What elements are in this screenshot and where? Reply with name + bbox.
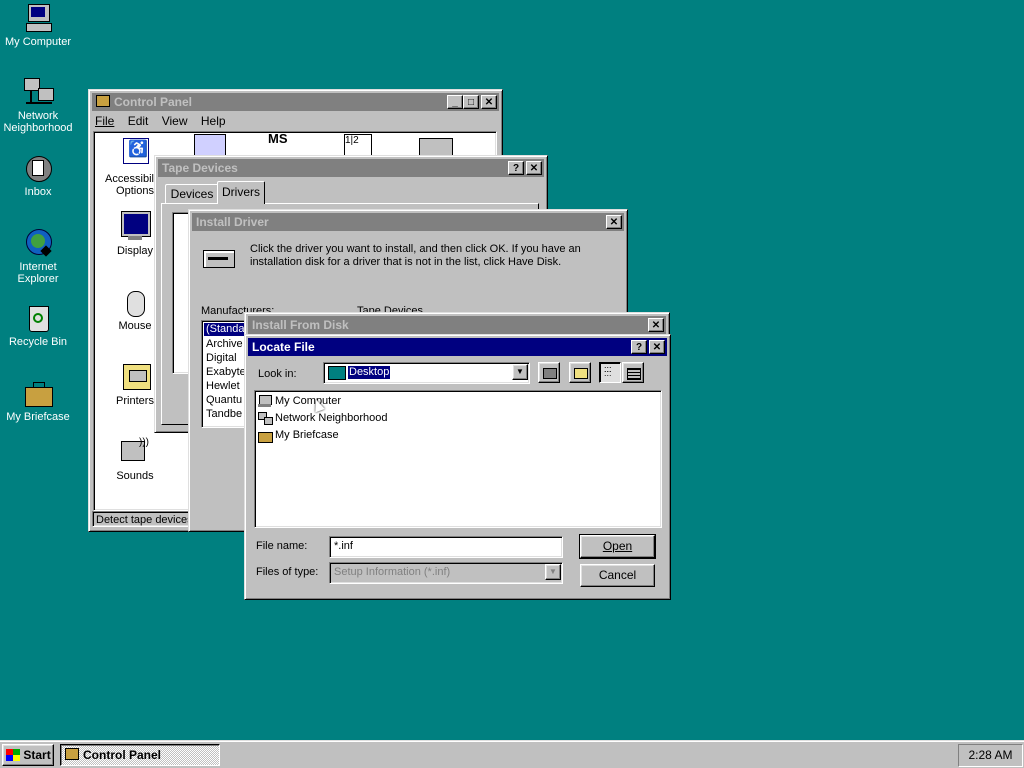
desktop-icon-label: Inbox [24,186,52,198]
cp-item-sounds[interactable]: ))) Sounds [100,435,170,482]
look-in-label: Look in: [258,368,297,380]
menu-view[interactable]: View [162,114,188,128]
close-button[interactable]: ✕ [606,215,622,229]
look-in-dropdown[interactable]: Desktop ▼ [323,362,530,384]
desktop-icon-label: Internet Explorer [17,261,59,285]
cp-item-label: Sounds [116,470,154,482]
inbox-icon [22,152,54,184]
desktop-icon-my-computer[interactable]: My Computer [0,2,76,48]
files-of-type-dropdown[interactable]: Setup Information (*.inf) ▼ [329,562,563,584]
list-item[interactable]: Exabyte [206,366,246,378]
menu-help[interactable]: Help [201,114,226,128]
maximize-button[interactable]: □ [463,95,479,109]
window-title: Install Driver [196,215,269,229]
tape-devices-titlebar[interactable]: Tape Devices ? ✕ [158,159,544,177]
recycle-bin-icon [22,302,54,334]
display-icon [119,210,151,242]
internet-explorer-icon [22,227,54,259]
desktop-icon-label: My Computer [4,36,72,48]
briefcase-small-icon [258,429,273,443]
tape-drive-icon [203,250,235,268]
manufacturers-list[interactable]: (Standa Archive Digital Exabyte Hewlet Q… [201,320,249,428]
control-panel-icon [65,748,79,760]
taskbar-control-panel-button[interactable]: Control Panel [60,744,220,766]
list-item[interactable]: Digital [206,352,237,364]
tab-drivers[interactable]: Drivers [217,181,265,204]
up-folder-icon [543,368,557,379]
close-button[interactable]: ✕ [648,318,664,332]
close-button[interactable]: ✕ [649,340,665,354]
help-button[interactable]: ? [631,340,647,354]
desktop-icon-label: My Briefcase [6,411,70,423]
accessibility-icon: ♿ [119,138,151,170]
desktop-icon-label: Recycle Bin [8,336,68,348]
list-view-button[interactable]: :::::: [599,362,621,383]
list-item[interactable]: (Standa [204,323,247,336]
desktop-icon-my-briefcase[interactable]: My Briefcase [0,377,76,423]
control-panel-icon [96,95,110,107]
details-view-button[interactable] [622,362,644,383]
files-of-type-label: Files of type: [256,566,319,578]
chevron-down-icon[interactable]: ▼ [545,564,561,580]
printers-icon [119,360,151,392]
sounds-icon: ))) [119,435,151,467]
computer-small-icon [258,394,272,408]
desktop-icon-recycle-bin[interactable]: Recycle Bin [0,302,76,348]
desktop-icon-inbox[interactable]: Inbox [0,152,76,198]
look-in-value: Desktop [348,366,391,379]
desktop-icon-label: Network Neighborhood [3,110,73,134]
msdos-icon[interactable]: MS [268,132,296,154]
minimize-button[interactable]: _ [447,95,463,109]
cancel-button[interactable]: Cancel [580,564,655,587]
desktop-icon-network-neighborhood[interactable]: Network Neighborhood [0,76,76,134]
menu-edit[interactable]: Edit [128,114,149,128]
install-driver-titlebar[interactable]: Install Driver ✕ [192,213,624,231]
instruction-text: Click the driver you want to install, an… [250,243,581,268]
briefcase-icon [22,377,54,409]
mouse-icon [119,285,151,317]
windows-logo-icon [6,749,20,761]
window-title: Tape Devices [162,161,238,175]
new-folder-icon [574,368,588,379]
list-item[interactable]: Archive [206,338,243,350]
locate-file-titlebar[interactable]: Locate File ? ✕ [248,338,667,356]
network-neighborhood-icon [22,76,54,108]
open-button[interactable]: Open [579,534,656,559]
network-small-icon [258,411,273,425]
install-from-disk-titlebar[interactable]: Install From Disk ✕ [248,316,666,334]
file-name-label: File name: [256,540,308,552]
window-title: Locate File [252,340,315,354]
window-title: Install From Disk [252,318,349,332]
chevron-down-icon[interactable]: ▼ [512,364,528,380]
list-item[interactable]: Network Neighborhood [258,410,388,426]
details-view-icon [627,368,641,380]
desktop-small-icon [328,366,346,380]
my-computer-icon [22,2,54,34]
up-one-level-button[interactable] [538,362,560,383]
create-new-folder-button[interactable] [569,362,591,383]
status-text: Detect tape devices [96,514,193,526]
close-button[interactable]: ✕ [526,161,542,175]
start-button[interactable]: Start [2,744,54,766]
list-item[interactable]: Hewlet [206,380,240,392]
locate-file-window: Locate File ? ✕ Look in: Desktop ▼ :::::… [244,334,671,600]
list-item[interactable]: My Computer [258,393,341,409]
taskbar: Start Control Panel 2:28 AM [0,740,1024,768]
menu-bar: File Edit View Help [95,112,226,130]
system-tray: 2:28 AM [958,744,1023,767]
control-panel-titlebar[interactable]: Control Panel _ □ ✕ [92,93,499,111]
list-view-icon: :::::: [604,364,612,378]
clock[interactable]: 2:28 AM [968,748,1012,762]
list-item[interactable]: Quantu [206,394,242,406]
window-title: Control Panel [114,95,193,109]
list-item[interactable]: My Briefcase [258,427,339,443]
desktop-icon-internet-explorer[interactable]: Internet Explorer [0,227,76,285]
help-button[interactable]: ? [508,161,524,175]
tab-devices[interactable]: Devices [165,184,219,203]
menu-file[interactable]: File [95,114,114,128]
close-button[interactable]: ✕ [481,95,497,109]
list-item[interactable]: Tandbe [206,408,242,420]
file-name-field[interactable]: *.inf [329,536,563,558]
